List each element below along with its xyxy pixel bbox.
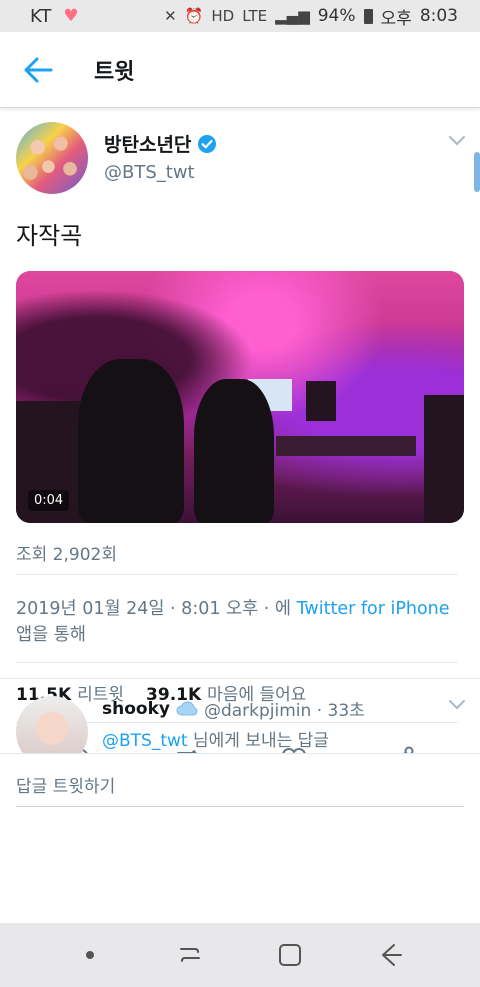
recent-apps-icon bbox=[180, 948, 200, 962]
view-count: 조회 2,902회 bbox=[16, 545, 117, 565]
reply-handle: @darkpjimin · 33초 bbox=[203, 701, 365, 721]
video-duration: 0:04 bbox=[28, 490, 70, 511]
video-player[interactable]: 0:04 bbox=[16, 271, 464, 523]
cloud-emoji-icon bbox=[176, 700, 198, 715]
back-button[interactable] bbox=[0, 32, 76, 108]
timestamp-text: 2019년 01월 24일 · 8:01 오후 · 에 bbox=[16, 599, 292, 619]
battery-icon bbox=[363, 8, 373, 24]
back-chevron-icon bbox=[382, 944, 402, 966]
system-back-button[interactable] bbox=[360, 925, 420, 985]
hd-icon: HD bbox=[211, 7, 235, 25]
avatar[interactable] bbox=[16, 122, 88, 194]
tweet-author: 방탄소년단 @BTS_twt bbox=[16, 122, 480, 198]
tweet-timestamp: 2019년 01월 24일 · 8:01 오후 · 에 Twitter for … bbox=[16, 596, 456, 648]
scrollbar[interactable] bbox=[474, 152, 480, 192]
reply-display-name[interactable]: shooky bbox=[102, 699, 170, 719]
divider bbox=[16, 662, 458, 663]
reply-menu-button[interactable] bbox=[448, 696, 466, 715]
home-button[interactable] bbox=[260, 925, 320, 985]
chevron-down-icon bbox=[449, 136, 465, 146]
back-arrow-icon bbox=[24, 57, 53, 82]
signal-icon: ▂▄▆ bbox=[275, 7, 310, 25]
tweet-menu-button[interactable] bbox=[448, 132, 466, 151]
person-left bbox=[78, 359, 184, 523]
tweet-text: 자작곡 bbox=[16, 222, 83, 250]
chevron-down-icon bbox=[449, 700, 465, 710]
display-name[interactable]: 방탄소년단 bbox=[104, 130, 191, 157]
ampm-label: 오후 bbox=[380, 8, 412, 29]
reply-item[interactable]: shooky @darkpjimin · 33초 @BTS_twt 님에게 보내… bbox=[16, 688, 466, 758]
reply-input[interactable]: 답글 트윗하기 bbox=[16, 772, 115, 797]
handle[interactable]: @BTS_twt bbox=[104, 162, 195, 183]
person-right bbox=[194, 379, 274, 523]
source-link[interactable]: Twitter for iPhone bbox=[297, 599, 450, 619]
network-label: LTE bbox=[242, 7, 268, 25]
section-divider bbox=[0, 678, 480, 679]
reply-input-underline bbox=[16, 806, 464, 807]
keyboard-stand bbox=[276, 436, 416, 456]
page-title: 트윗 bbox=[94, 59, 135, 85]
alarm-icon: ⏰ bbox=[184, 7, 204, 25]
verified-badge-icon bbox=[198, 134, 217, 153]
reply-avatar[interactable] bbox=[16, 696, 88, 758]
status-bar: KT ♥ ✕ ⏰ HD LTE ▂▄▆ 94% 오후 8:03 bbox=[0, 0, 480, 32]
system-nav-bar bbox=[0, 923, 480, 987]
dot-icon bbox=[86, 951, 94, 959]
app-header: 트윗 bbox=[0, 32, 480, 108]
studio-speaker bbox=[306, 381, 336, 421]
nav-dot-button[interactable] bbox=[60, 925, 120, 985]
studio-speaker-right bbox=[424, 395, 464, 523]
reply-mention[interactable]: @BTS_twt bbox=[102, 731, 188, 751]
divider bbox=[16, 574, 458, 575]
recent-apps-button[interactable] bbox=[160, 925, 220, 985]
replying-to: @BTS_twt 님에게 보내는 답글 bbox=[102, 726, 329, 751]
heart-icon: ♥ bbox=[63, 6, 79, 26]
home-square-icon bbox=[279, 944, 301, 966]
battery-percent: 94% bbox=[317, 6, 356, 26]
reply-line-text: 님에게 보내는 답글 bbox=[192, 731, 329, 751]
reply-composer: 답글 트윗하기 bbox=[0, 753, 480, 813]
carrier-label: KT bbox=[30, 5, 52, 27]
mute-icon: ✕ bbox=[164, 7, 177, 25]
source-suffix: 앱을 통해 bbox=[16, 625, 86, 645]
clock: 8:03 bbox=[419, 6, 458, 26]
